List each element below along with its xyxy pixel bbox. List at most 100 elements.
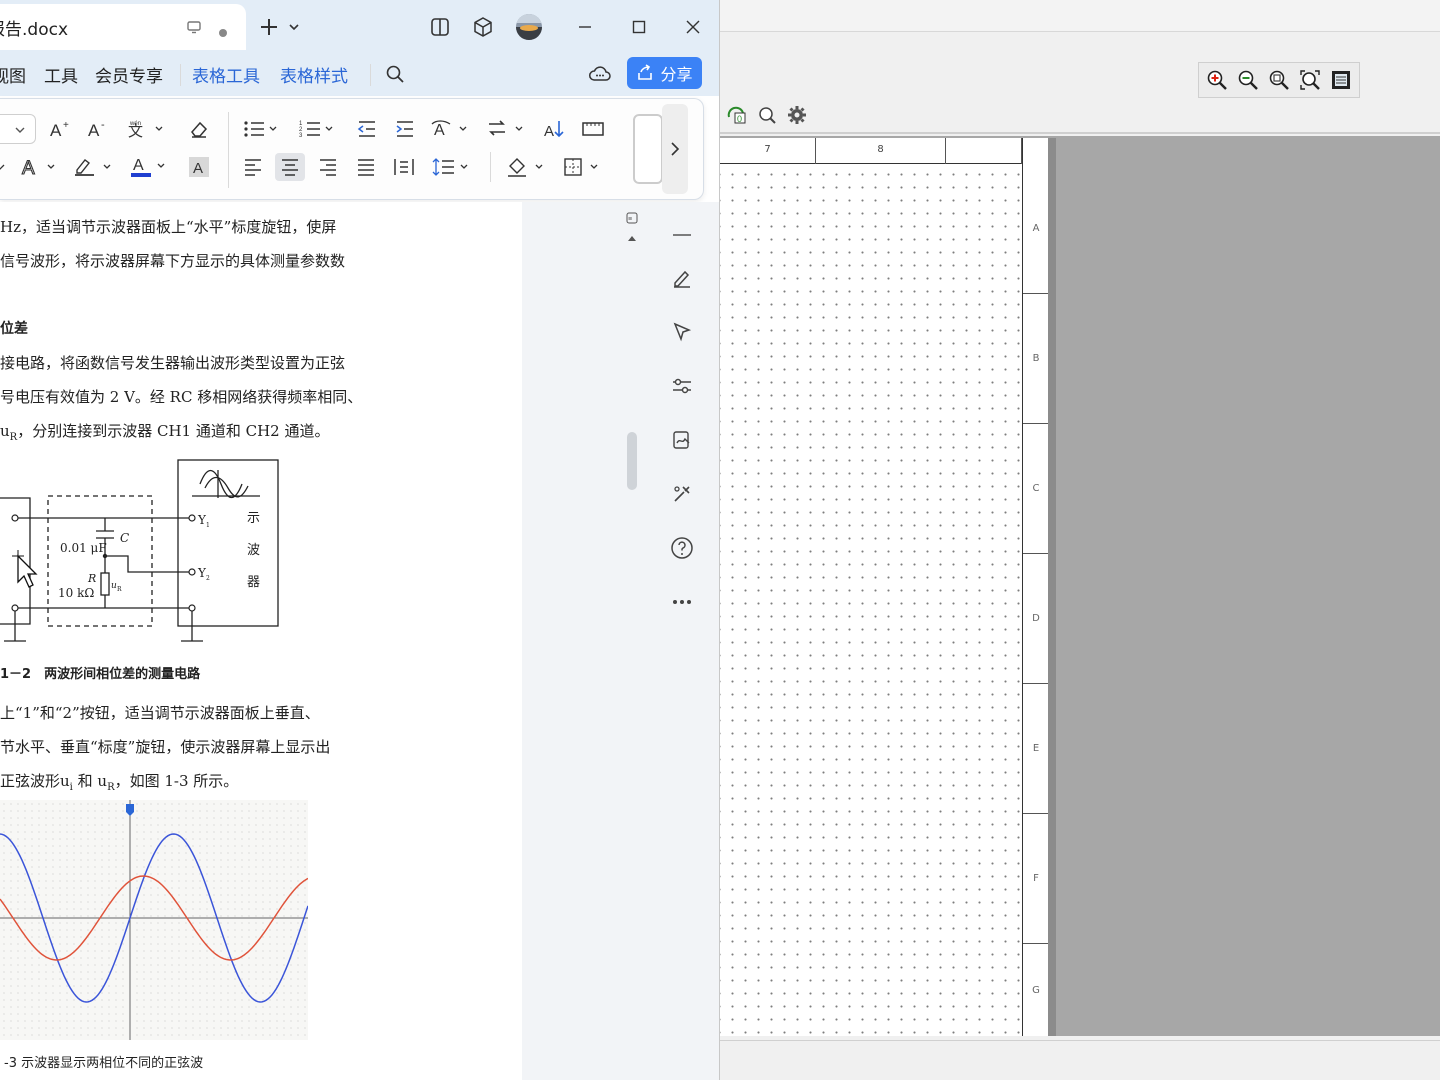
- grid-dot: [31, 985, 33, 987]
- grid-dot: [269, 887, 271, 889]
- clear-format-eraser-icon[interactable]: [184, 115, 214, 143]
- justify-icon[interactable]: [351, 153, 381, 181]
- sort-icon[interactable]: A: [540, 115, 570, 143]
- grid-dot: [17, 985, 19, 987]
- grid-dot: [276, 908, 278, 910]
- collapse-panel-icon[interactable]: [668, 220, 696, 248]
- search-icon[interactable]: [380, 60, 410, 88]
- cloud-sync-icon[interactable]: [585, 60, 615, 88]
- grid-dot: [164, 824, 166, 826]
- menu-table-style[interactable]: 表格样式: [280, 62, 348, 87]
- borders-icon[interactable]: [562, 153, 604, 181]
- grid-dot: [73, 824, 75, 826]
- decrease-indent-icon[interactable]: [352, 115, 382, 143]
- distribute-icon[interactable]: [389, 153, 419, 181]
- zoom-out-icon[interactable]: [1236, 68, 1260, 92]
- scroll-arrows-icon[interactable]: ≡: [620, 208, 644, 248]
- grid-dot: [143, 999, 145, 1001]
- align-right-icon[interactable]: [313, 153, 343, 181]
- grid-dot: [17, 873, 19, 875]
- close-icon[interactable]: [678, 12, 708, 42]
- menu-member[interactable]: 会员专享: [95, 62, 163, 87]
- grid-dot: [45, 873, 47, 875]
- menu-view[interactable]: 视图: [0, 62, 26, 87]
- zoom-in-icon[interactable]: [1205, 68, 1229, 92]
- doc-line-3: 接电路，将函数信号发生器输出波形类型设置为正弦: [0, 354, 346, 372]
- grow-font-icon[interactable]: A +: [46, 115, 76, 143]
- text-flow-icon[interactable]: [486, 115, 528, 143]
- zoom-fit-icon[interactable]: [1298, 68, 1322, 92]
- grid-dot: [136, 971, 138, 973]
- style-gallery-preview[interactable]: [633, 114, 663, 184]
- shrink-font-icon[interactable]: A-: [84, 115, 114, 143]
- show-paragraph-marks-icon[interactable]: [578, 115, 608, 143]
- tab-list-chevron-down-icon[interactable]: [284, 12, 304, 42]
- adjust-sliders-icon[interactable]: [668, 372, 696, 400]
- grid-dot: [227, 943, 229, 945]
- grid-dot: [276, 950, 278, 952]
- search-part-icon[interactable]: [756, 104, 778, 126]
- grid-dot: [283, 824, 285, 826]
- help-icon[interactable]: [668, 534, 696, 562]
- phonetic-guide-icon[interactable]: 文 wén: [126, 115, 166, 143]
- bullet-list-icon[interactable]: [242, 115, 282, 143]
- grid-dot: [199, 964, 201, 966]
- menu-tools[interactable]: 工具: [44, 62, 78, 87]
- grid-dot: [52, 985, 54, 987]
- share-button[interactable]: 分享: [627, 57, 702, 89]
- zoom-area-icon[interactable]: [1267, 68, 1291, 92]
- numbered-list-icon[interactable]: 123: [298, 115, 338, 143]
- grid-dot: [269, 810, 271, 812]
- align-center-icon[interactable]: [275, 153, 305, 181]
- document-page[interactable]: Hz，适当调节示波器面板上“水平”标度旋钮，使屏 信号波形，将示波器屏幕下方显示…: [0, 202, 522, 1080]
- grid-dot: [45, 859, 47, 861]
- tools-wrench-icon[interactable]: [668, 480, 696, 508]
- new-tab-plus-icon[interactable]: [254, 12, 284, 42]
- cube-3d-icon[interactable]: [468, 12, 498, 42]
- select-pointer-icon[interactable]: [668, 318, 696, 346]
- pen-edit-icon[interactable]: [668, 264, 696, 292]
- char-shading-icon[interactable]: A: [184, 153, 214, 181]
- grid-dot: [87, 880, 89, 882]
- handwriting-icon[interactable]: [668, 426, 696, 454]
- font-color-chevron-icon[interactable]: [0, 153, 8, 181]
- grid-dot: [283, 992, 285, 994]
- user-avatar[interactable]: [514, 12, 544, 42]
- grid-dot: [108, 859, 110, 861]
- text-direction-icon[interactable]: A: [430, 115, 472, 143]
- font-color-icon[interactable]: A: [128, 153, 172, 181]
- increase-indent-icon[interactable]: [390, 115, 420, 143]
- maximize-icon[interactable]: [624, 12, 654, 42]
- text-effect-icon[interactable]: A: [20, 153, 62, 181]
- menu-table-tools[interactable]: 表格工具: [192, 62, 260, 87]
- grid-dot: [213, 992, 215, 994]
- grid-dot: [269, 978, 271, 980]
- minimize-icon[interactable]: [570, 12, 600, 42]
- vertical-scrollbar-thumb[interactable]: [627, 432, 637, 490]
- grid-dot: [255, 915, 257, 917]
- grid-dot: [227, 1020, 229, 1022]
- grid-dot: [59, 894, 61, 896]
- layout-panel-icon[interactable]: [425, 12, 455, 42]
- schematic-sheet[interactable]: [720, 138, 1048, 1036]
- settings-gear-icon[interactable]: [786, 104, 808, 126]
- ribbon-scroll-right-button[interactable]: [662, 104, 688, 194]
- grid-dot: [234, 831, 236, 833]
- grid-dot: [248, 845, 250, 847]
- grid-dot: [150, 950, 152, 952]
- align-left-icon[interactable]: [238, 153, 268, 181]
- highlight-marker-icon[interactable]: [72, 153, 118, 181]
- sheet-view-icon[interactable]: [1329, 68, 1353, 92]
- line-spacing-icon[interactable]: [432, 153, 474, 181]
- grid-dot: [255, 936, 257, 938]
- font-size-select[interactable]: [0, 114, 36, 144]
- document-tab[interactable]: 报告.docx: [0, 4, 246, 50]
- tab-monitor-icon[interactable]: [186, 19, 202, 39]
- grid-dot: [262, 936, 264, 938]
- more-options-icon[interactable]: [668, 588, 696, 616]
- refresh-icon[interactable]: 0: [726, 104, 748, 126]
- grid-dot: [66, 901, 68, 903]
- shading-bucket-icon[interactable]: [506, 153, 548, 181]
- grid-dot: [3, 1027, 5, 1029]
- grid-dot: [122, 908, 124, 910]
